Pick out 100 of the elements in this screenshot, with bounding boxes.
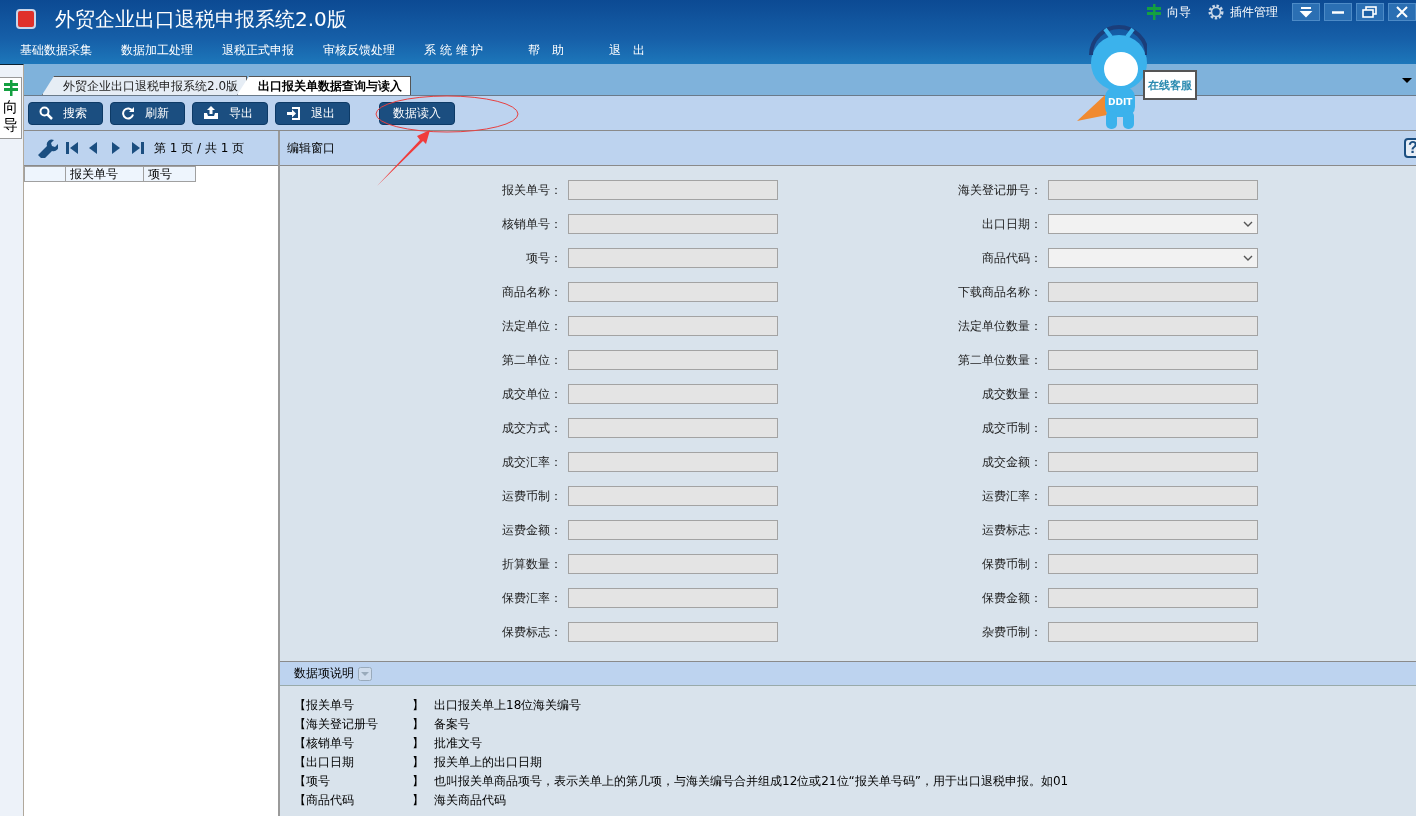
field-label: 成交币制： xyxy=(981,420,1043,437)
field-label: 法定单位数量： xyxy=(957,318,1043,335)
window-menu-button[interactable] xyxy=(1292,3,1320,21)
field-label: 第二单位数量： xyxy=(957,352,1043,369)
field-label: 保费币制： xyxy=(981,556,1043,573)
bracket: 】 xyxy=(412,697,425,714)
collapse-icon[interactable] xyxy=(358,666,372,681)
input-field[interactable] xyxy=(1048,282,1258,302)
tray-upload-icon xyxy=(203,106,219,120)
bracket: 】 xyxy=(412,716,425,733)
input-field[interactable] xyxy=(1048,622,1258,642)
input-field[interactable] xyxy=(568,588,778,608)
input-field[interactable] xyxy=(568,418,778,438)
input-field[interactable] xyxy=(1048,486,1258,506)
term: 【出口日期 xyxy=(294,754,355,771)
input-field[interactable] xyxy=(1048,180,1258,200)
help-button[interactable]: ? xyxy=(1404,138,1416,158)
field-label: 运费汇率： xyxy=(981,488,1043,505)
term: 【商品代码 xyxy=(294,792,355,809)
field-label: 成交单位： xyxy=(501,386,563,403)
exit-button[interactable]: 退出 xyxy=(275,101,350,125)
wrench-icon[interactable] xyxy=(36,138,58,158)
input-field[interactable] xyxy=(1048,384,1258,404)
app-logo-icon xyxy=(16,9,36,29)
input-field[interactable] xyxy=(568,350,778,370)
field-label: 运费金额： xyxy=(501,522,563,539)
data-import-button[interactable]: 数据读入 xyxy=(379,101,455,125)
export-button[interactable]: 导出 xyxy=(192,101,268,125)
bracket: 】 xyxy=(412,792,425,809)
search-icon xyxy=(39,106,53,120)
bracket: 】 xyxy=(412,735,425,752)
signpost-icon xyxy=(2,80,19,96)
field-label: 商品代码： xyxy=(981,250,1043,267)
dropdown-field[interactable] xyxy=(1048,248,1258,268)
refresh-icon xyxy=(121,106,135,120)
restore-button[interactable] xyxy=(1356,3,1384,21)
menu-item[interactable]: 基础数据采集 xyxy=(20,41,92,59)
menu-item[interactable]: 数据加工处理 xyxy=(121,41,193,59)
input-field[interactable] xyxy=(568,384,778,404)
tab[interactable]: 外贸企业出口退税申报系统2.0版 xyxy=(42,76,248,95)
menu-item[interactable]: 退税正式申报 xyxy=(222,41,294,59)
term: 【项号 xyxy=(294,773,331,790)
online-support-button[interactable]: 在线客服 xyxy=(1143,70,1197,100)
input-field[interactable] xyxy=(568,180,778,200)
tab-list-dropdown-icon[interactable] xyxy=(1402,78,1412,83)
input-field[interactable] xyxy=(568,554,778,574)
page-indicator: 第 1 页 / 共 1 页 xyxy=(154,139,245,157)
menu-item[interactable]: 退 出 xyxy=(609,41,646,59)
input-field[interactable] xyxy=(1048,316,1258,336)
exit-icon xyxy=(286,105,301,121)
refresh-button[interactable]: 刷新 xyxy=(110,101,185,125)
description-text: 报关单上的出口日期 xyxy=(434,754,543,771)
menu-item[interactable]: 审核反馈处理 xyxy=(323,41,395,59)
bracket: 】 xyxy=(412,773,425,790)
input-field[interactable] xyxy=(1048,350,1258,370)
menu-item[interactable]: 帮 助 xyxy=(528,41,565,59)
input-field[interactable] xyxy=(1048,418,1258,438)
input-field[interactable] xyxy=(1048,554,1258,574)
input-field[interactable] xyxy=(568,282,778,302)
field-label: 出口日期： xyxy=(981,216,1043,233)
last-page-icon[interactable] xyxy=(130,140,146,156)
input-field[interactable] xyxy=(568,486,778,506)
guide-link[interactable]: 向导 xyxy=(1146,3,1191,21)
input-field[interactable] xyxy=(568,214,778,234)
bracket: 】 xyxy=(412,754,425,771)
field-label: 商品名称： xyxy=(501,284,563,301)
close-button[interactable] xyxy=(1388,3,1416,21)
field-label: 杂费币制： xyxy=(981,624,1043,641)
input-field[interactable] xyxy=(1048,588,1258,608)
field-label: 成交汇率： xyxy=(501,454,563,471)
column-header[interactable] xyxy=(24,166,66,182)
tab[interactable]: 出口报关单数据查询与读入 xyxy=(237,76,412,95)
gear-icon xyxy=(1207,3,1225,21)
description-text: 出口报关单上18位海关编号 xyxy=(434,697,583,714)
first-page-icon[interactable] xyxy=(64,140,80,156)
field-label: 运费标志： xyxy=(981,522,1043,539)
input-field[interactable] xyxy=(568,622,778,642)
input-field[interactable] xyxy=(568,520,778,540)
field-label: 运费币制： xyxy=(501,488,563,505)
input-field[interactable] xyxy=(1048,520,1258,540)
dropdown-field[interactable] xyxy=(1048,214,1258,234)
field-label: 保费汇率： xyxy=(501,590,563,607)
field-label: 项号： xyxy=(525,250,563,267)
field-label: 下载商品名称： xyxy=(957,284,1043,301)
menu-item[interactable]: 系 统 维 护 xyxy=(424,41,484,59)
field-label: 保费金额： xyxy=(981,590,1043,607)
window-title: 外贸企业出口退税申报系统2.0版 xyxy=(55,5,347,33)
field-label: 法定单位： xyxy=(501,318,563,335)
input-field[interactable] xyxy=(568,452,778,472)
minimize-button[interactable] xyxy=(1324,3,1352,21)
term: 【报关单号 xyxy=(294,697,355,714)
input-field[interactable] xyxy=(568,316,778,336)
guide-side-tab[interactable]: 向导 xyxy=(0,77,22,139)
input-field[interactable] xyxy=(1048,452,1258,472)
column-header[interactable]: 报关单号 xyxy=(66,166,144,182)
search-button[interactable]: 搜索 xyxy=(28,101,103,125)
minimize-icon xyxy=(1332,10,1344,14)
input-field[interactable] xyxy=(568,248,778,268)
plugin-manager-link[interactable]: 插件管理 xyxy=(1207,3,1278,21)
column-header[interactable]: 项号 xyxy=(144,166,196,182)
